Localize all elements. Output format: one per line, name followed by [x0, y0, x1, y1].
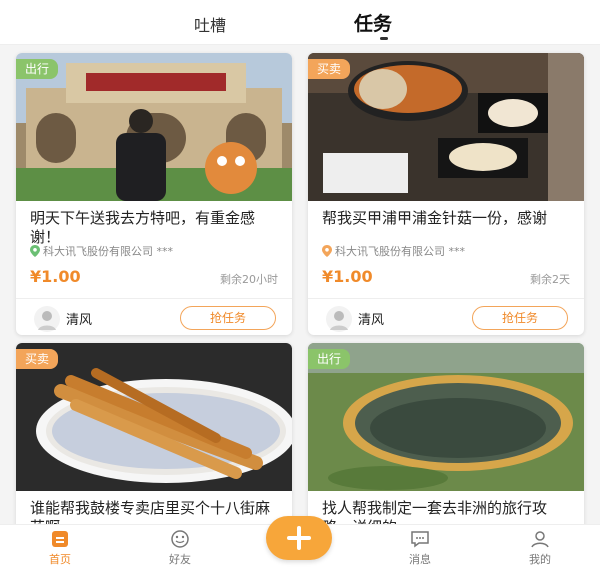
nav-label: 首页 — [49, 553, 71, 566]
username: 清风 — [358, 313, 385, 328]
nav-home[interactable]: 首页 — [30, 529, 90, 567]
nav-me[interactable]: 我的 — [510, 529, 570, 567]
task-image — [308, 53, 584, 201]
avatar[interactable] — [326, 306, 352, 332]
time-remaining: 剩余20小时 — [220, 273, 278, 286]
task-title: 帮我买甲浦甲浦金针菇一份，感谢 — [322, 209, 548, 227]
category-tag: 买卖 — [16, 349, 59, 369]
nav-label: 我的 — [529, 553, 551, 566]
task-card[interactable]: 买卖 谁能帮我鼓楼专卖店里买个十八街麻花啊 — [16, 343, 292, 533]
task-image — [16, 343, 292, 491]
task-card[interactable]: 出行 找人帮我制定一套去非洲的旅行攻略，详细的 — [308, 343, 584, 533]
username: 清风 — [66, 313, 93, 328]
publish-button[interactable] — [266, 516, 332, 560]
avatar[interactable] — [34, 306, 60, 332]
smile-icon — [171, 530, 189, 548]
tab-complaint[interactable]: 吐槽 — [194, 12, 226, 36]
home-icon — [52, 531, 68, 547]
nav-messages[interactable]: 消息 — [390, 529, 450, 567]
location-pin-icon — [322, 245, 332, 257]
task-image — [16, 53, 292, 201]
plus-icon — [287, 526, 311, 550]
company-info: 科大讯飞股份有限公司 *** — [30, 243, 173, 259]
company-info: 科大讯飞股份有限公司 *** — [322, 243, 465, 259]
task-image — [308, 343, 584, 491]
task-card[interactable]: 买卖 帮我买甲浦甲浦金针菇一份，感谢 科大讯飞股份有限公司 *** ¥1.00 … — [308, 53, 584, 335]
task-price: ¥1.00 — [322, 267, 373, 286]
time-remaining: 剩余2天 — [530, 273, 570, 286]
grab-task-button[interactable]: 抢任务 — [180, 306, 276, 330]
person-icon — [531, 531, 549, 548]
divider — [308, 298, 584, 299]
category-tag: 出行 — [308, 349, 351, 369]
company-name: 科大讯飞股份有限公司 *** — [43, 245, 173, 258]
tab-tasks[interactable]: 任务 — [354, 9, 392, 36]
nav-label: 好友 — [169, 553, 191, 566]
location-pin-icon — [30, 245, 40, 257]
task-card[interactable]: 出行 明天下午送我去方特吧，有重金感谢！ 科大讯飞股份有限公司 *** ¥1.0… — [16, 53, 292, 335]
nav-friends[interactable]: 好友 — [150, 529, 210, 567]
active-tab-indicator — [380, 37, 388, 40]
task-title: 明天下午送我去方特吧，有重金感谢！ — [30, 209, 256, 246]
category-tag: 出行 — [16, 59, 59, 79]
nav-label: 消息 — [409, 553, 431, 566]
task-price: ¥1.00 — [30, 267, 81, 286]
message-icon — [411, 531, 429, 548]
top-tab-bar: 吐槽 任务 — [0, 0, 600, 45]
grab-task-button[interactable]: 抢任务 — [472, 306, 568, 330]
divider — [16, 298, 292, 299]
company-name: 科大讯飞股份有限公司 *** — [335, 245, 465, 258]
category-tag: 买卖 — [308, 59, 351, 79]
